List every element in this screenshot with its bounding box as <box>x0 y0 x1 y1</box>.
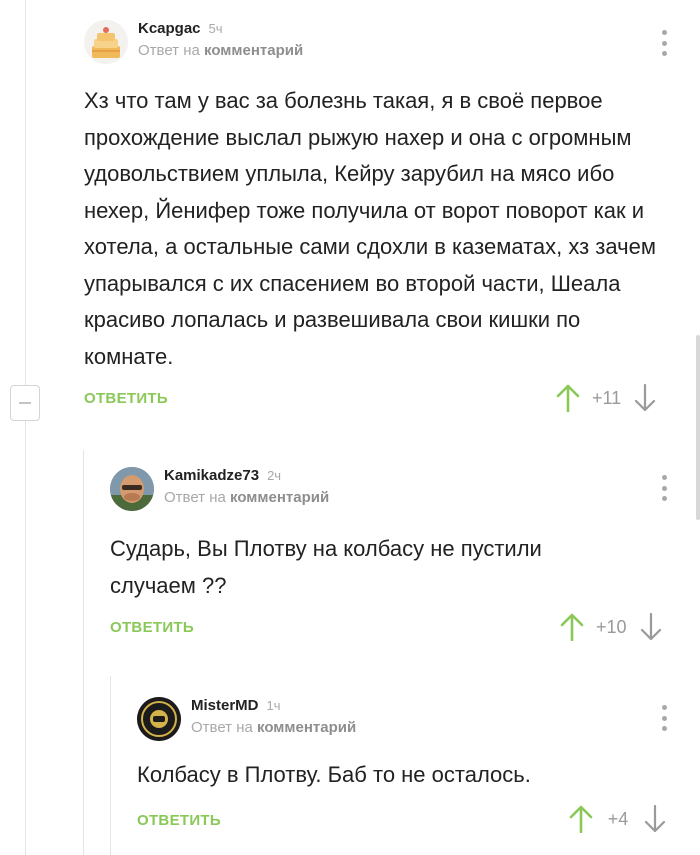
user-photo-avatar-icon[interactable] <box>110 467 154 511</box>
reply-to-prefix: Ответ на <box>191 719 253 736</box>
comment-author[interactable]: Kamikadze73 <box>164 467 259 484</box>
comment-header: Kamikadze73 2ч Ответ на комментарий <box>110 467 329 511</box>
reply-to-prefix: Ответ на <box>164 489 226 506</box>
scrollbar[interactable] <box>696 335 700 520</box>
downvote-arrow-icon[interactable] <box>639 613 663 641</box>
reply-to-link[interactable]: комментарий <box>230 489 329 506</box>
downvote-arrow-icon[interactable] <box>633 384 657 412</box>
reply-button[interactable]: ОТВЕТИТЬ <box>137 812 221 829</box>
vote-score: +4 <box>607 808 629 829</box>
reply-to-line: Ответ на комментарий <box>138 42 303 59</box>
reply-to-link[interactable]: комментарий <box>204 42 303 59</box>
reply-to-line: Ответ на комментарий <box>164 489 329 506</box>
vote-controls: +10 <box>560 613 663 641</box>
upvote-arrow-icon[interactable] <box>556 384 580 412</box>
more-options-icon[interactable] <box>654 28 674 58</box>
comment-header: Kcapgac 5ч Ответ на комментарий <box>84 20 303 64</box>
comment-2: Kamikadze73 2ч Ответ на комментарий Судар… <box>110 467 685 647</box>
reply-button[interactable]: ОТВЕТИТЬ <box>84 390 168 407</box>
vote-controls: +4 <box>569 805 667 833</box>
comment-time: 2ч <box>267 468 282 483</box>
comment-3: MisterMD 1ч Ответ на комментарий Колбасу … <box>137 697 685 847</box>
thread-line-level-1-lower <box>25 421 26 855</box>
thread-line-level-1 <box>25 0 26 385</box>
comment-header: MisterMD 1ч Ответ на комментарий <box>137 697 356 741</box>
comment-author[interactable]: MisterMD <box>191 697 259 714</box>
upvote-arrow-icon[interactable] <box>569 805 593 833</box>
comment-time: 5ч <box>208 21 223 36</box>
more-options-icon[interactable] <box>654 703 674 733</box>
cake-avatar-icon[interactable] <box>84 20 128 64</box>
comment-text: Хз что там у вас за болезнь такая, я в с… <box>84 88 656 369</box>
thread-line-level-3 <box>110 676 111 855</box>
vote-controls: +11 <box>556 384 657 412</box>
comment-author[interactable]: Kcapgac <box>138 20 201 37</box>
collapse-thread-button[interactable] <box>10 385 40 421</box>
thread-line-level-2 <box>83 450 84 855</box>
upvote-arrow-icon[interactable] <box>560 613 584 641</box>
vote-score: +10 <box>596 616 627 637</box>
comment-1: Kcapgac 5ч Ответ на комментарий Хз что та… <box>84 20 684 420</box>
more-options-icon[interactable] <box>654 473 674 503</box>
reply-to-link[interactable]: комментарий <box>257 719 356 736</box>
reply-to-prefix: Ответ на <box>138 42 200 59</box>
reply-button[interactable]: ОТВЕТИТЬ <box>110 619 194 636</box>
comment-text: Колбасу в Плотву. Баб то не осталось. <box>137 762 531 787</box>
reply-to-line: Ответ на комментарий <box>191 719 356 736</box>
downvote-arrow-icon[interactable] <box>643 805 667 833</box>
vote-score: +11 <box>592 387 622 408</box>
comment-time: 1ч <box>266 698 281 713</box>
comment-text: Сударь, Вы Плотву на колбасу не пустили … <box>110 536 542 598</box>
fist-logo-avatar-icon[interactable] <box>137 697 181 741</box>
